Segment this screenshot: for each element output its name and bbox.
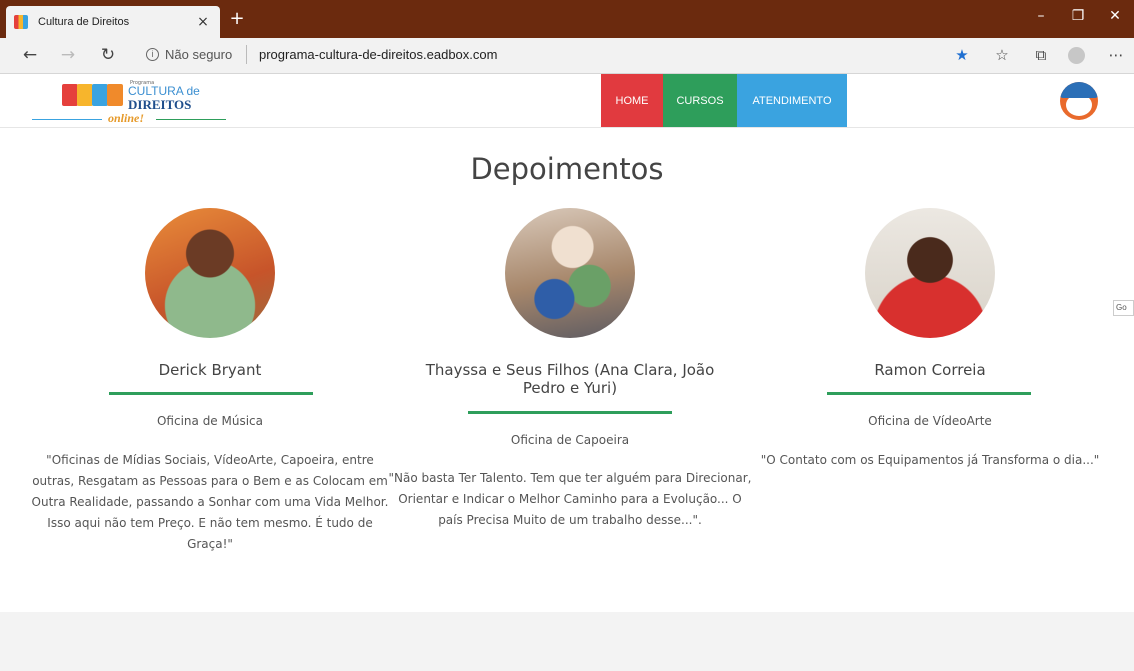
menu-cursos[interactable]: CURSOS: [663, 74, 737, 127]
testimonial-photo: [145, 208, 275, 338]
back-icon[interactable]: ←: [18, 45, 42, 65]
testimonial-quote: "Não basta Ter Talento. Tem que ter algu…: [388, 471, 752, 527]
tab-close-icon[interactable]: ×: [194, 14, 212, 30]
testimonial-name: Thayssa e Seus Filhos (Ana Clara, João P…: [425, 361, 715, 397]
name-divider: [109, 392, 313, 395]
collections-icon[interactable]: ⧉: [1029, 46, 1053, 64]
testimonial-name: Ramon Correia: [874, 361, 986, 379]
side-tag[interactable]: Go: [1113, 300, 1134, 316]
maximize-icon[interactable]: ❐: [1063, 8, 1093, 24]
name-divider: [468, 411, 672, 414]
menu-home[interactable]: HOME: [601, 74, 663, 127]
testimonial-workshop: Oficina de Capoeira: [510, 433, 630, 447]
address-divider: [246, 45, 247, 64]
mascot-avatar-icon[interactable]: [1060, 82, 1098, 120]
testimonial-workshop: Oficina de VídeoArte: [868, 414, 992, 428]
refresh-icon[interactable]: ↻: [96, 45, 120, 65]
browser-tab[interactable]: Cultura de Direitos ×: [6, 6, 220, 38]
section-title: Depoimentos: [470, 152, 664, 186]
main-menu: HOME CURSOS ATENDIMENTO: [601, 74, 847, 127]
profile-icon[interactable]: [1068, 47, 1085, 64]
next-section-band: [0, 612, 1134, 671]
security-label[interactable]: Não seguro: [165, 47, 232, 62]
logo-underline: [156, 119, 226, 120]
info-icon[interactable]: i: [146, 48, 159, 61]
forward-icon[interactable]: →: [56, 45, 80, 65]
new-tab-button[interactable]: +: [226, 8, 248, 29]
logo-online-text: online!: [108, 111, 145, 125]
tab-title: Cultura de Direitos: [38, 16, 130, 28]
testimonial-name: Derick Bryant: [158, 361, 262, 379]
testimonial-photo: [505, 208, 635, 338]
logo-blocks-icon: [62, 84, 124, 108]
testimonial-workshop: Oficina de Música: [156, 414, 264, 428]
logo-underline: [32, 119, 102, 120]
site-logo[interactable]: Programa CULTURA de DIREITOS online!: [32, 78, 232, 126]
testimonial-quote: "Oficinas de Mídias Sociais, VídeoArte, …: [31, 453, 389, 551]
address-bar: ← → ↻ i Não seguro programa-cultura-de-d…: [0, 38, 1134, 74]
menu-atendimento[interactable]: ATENDIMENTO: [737, 74, 847, 127]
url-field[interactable]: programa-cultura-de-direitos.eadbox.com: [259, 47, 497, 62]
browser-titlebar: Cultura de Direitos × + – ❐ ✕: [0, 0, 1134, 38]
close-icon[interactable]: ✕: [1100, 8, 1130, 24]
more-icon[interactable]: ⋯: [1104, 46, 1128, 64]
favorite-star-icon[interactable]: ★: [950, 46, 974, 64]
favorites-list-icon[interactable]: ☆: [990, 46, 1014, 64]
testimonial-quote: "O Contato com os Equipamentos já Transf…: [760, 453, 1100, 467]
site-header: Programa CULTURA de DIREITOS online! HOM…: [0, 74, 1134, 128]
testimonial-photo: [865, 208, 995, 338]
site-favicon-icon: [14, 15, 28, 29]
logo-top-text: CULTURA de: [128, 84, 200, 98]
name-divider: [827, 392, 1031, 395]
minimize-icon[interactable]: –: [1026, 8, 1056, 24]
